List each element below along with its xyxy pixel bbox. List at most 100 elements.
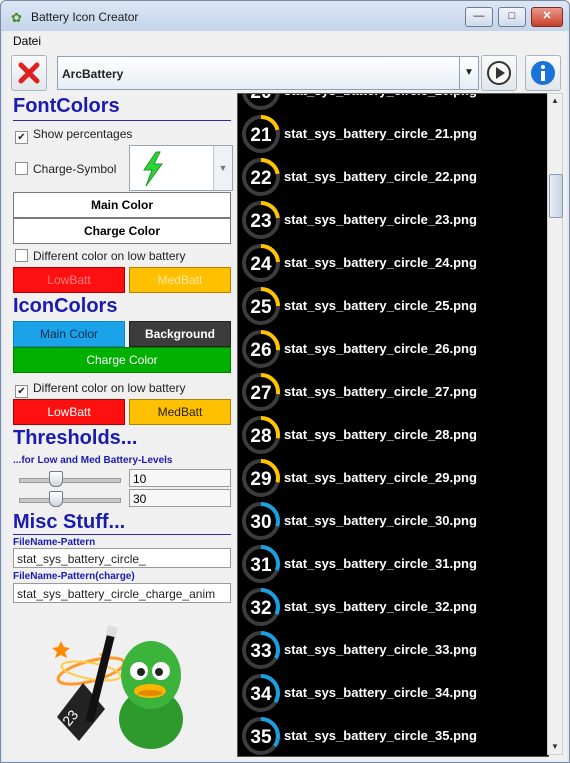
preview-row[interactable]: 23 stat_sys_battery_circle_23.png — [238, 199, 548, 242]
preview-row[interactable]: 33 stat_sys_battery_circle_33.png — [238, 629, 548, 672]
filename-pattern-charge-input[interactable]: stat_sys_battery_circle_charge_anim — [13, 583, 231, 603]
font-charge-color-button[interactable]: Charge Color — [13, 218, 231, 244]
preview-scrollbar[interactable]: ▲ ▼ — [547, 93, 563, 755]
battery-number: 20 — [250, 93, 271, 103]
preview-row[interactable]: 26 stat_sys_battery_circle_26.png — [238, 328, 548, 371]
lightning-icon — [143, 151, 163, 187]
preview-row[interactable]: 30 stat_sys_battery_circle_30.png — [238, 500, 548, 543]
app-icon: ✿ — [11, 10, 22, 25]
battery-number: 31 — [250, 555, 272, 576]
filename-pattern-input[interactable]: stat_sys_battery_circle_ — [13, 548, 231, 568]
battery-circle-icon: 34 — [242, 674, 280, 712]
menu-bar: Datei — [3, 31, 567, 51]
icon-main-color-button[interactable]: Main Color — [13, 321, 125, 347]
preview-row[interactable]: 20 stat_sys_battery_circle_20.png — [238, 93, 548, 113]
preview-row[interactable]: 22 stat_sys_battery_circle_22.png — [238, 156, 548, 199]
preview-row[interactable]: 34 stat_sys_battery_circle_34.png — [238, 672, 548, 715]
preview-filename: stat_sys_battery_circle_21.png — [284, 126, 477, 141]
preview-filename: stat_sys_battery_circle_27.png — [284, 384, 477, 399]
preview-filename: stat_sys_battery_circle_32.png — [284, 599, 477, 614]
battery-number: 28 — [250, 426, 271, 447]
minimize-button[interactable]: — — [465, 7, 493, 27]
chevron-down-icon[interactable]: ▼ — [213, 146, 232, 190]
battery-circle-icon: 24 — [242, 244, 280, 282]
thresholds-title: Thresholds... — [13, 427, 138, 449]
med-threshold-slider[interactable] — [19, 489, 121, 509]
icon-charge-color-button[interactable]: Charge Color — [13, 347, 231, 373]
preview-filename: stat_sys_battery_circle_23.png — [284, 212, 477, 227]
battery-circle-icon: 33 — [242, 631, 280, 669]
battery-number: 25 — [250, 297, 272, 318]
preview-row[interactable]: 29 stat_sys_battery_circle_29.png — [238, 457, 548, 500]
battery-number: 34 — [250, 684, 272, 705]
battery-circle-icon: 22 — [242, 158, 280, 196]
battery-number: 27 — [250, 383, 271, 404]
preview-filename: stat_sys_battery_circle_24.png — [284, 255, 477, 270]
charge-symbol-select[interactable]: ▼ — [129, 145, 233, 191]
font-colors-title: FontColors — [13, 95, 120, 117]
icon-different-color-checkbox[interactable]: ✔ Different color on low battery — [15, 381, 186, 398]
preview-row[interactable]: 27 stat_sys_battery_circle_27.png — [238, 371, 548, 414]
low-threshold-slider[interactable] — [19, 469, 121, 489]
preview-filename: stat_sys_battery_circle_29.png — [284, 470, 477, 485]
preview-row[interactable]: 24 stat_sys_battery_circle_24.png — [238, 242, 548, 285]
font-different-color-label: Different color on low battery — [33, 249, 186, 263]
preview-filename: stat_sys_battery_circle_26.png — [284, 341, 477, 356]
misc-stuff-title: Misc Stuff... — [13, 511, 126, 533]
checkbox-checked-icon: ✔ — [15, 385, 28, 398]
font-different-color-checkbox[interactable]: Different color on low battery — [15, 249, 186, 263]
battery-circle-icon: 26 — [242, 330, 280, 368]
maximize-button[interactable]: □ — [498, 7, 526, 27]
preview-filename: stat_sys_battery_circle_25.png — [284, 298, 477, 313]
preview-row[interactable]: 28 stat_sys_battery_circle_28.png — [238, 414, 548, 457]
battery-circle-icon: 21 — [242, 115, 280, 153]
checkbox-checked-icon: ✔ — [15, 131, 28, 144]
theme-select-value: ArcBattery — [62, 67, 124, 81]
thresholds-subtitle: ...for Low and Med Battery-Levels — [13, 455, 173, 466]
preview-row[interactable]: 21 stat_sys_battery_circle_21.png — [238, 113, 548, 156]
divider — [13, 534, 231, 535]
play-button[interactable] — [481, 55, 517, 91]
preview-filename: stat_sys_battery_circle_33.png — [284, 642, 477, 657]
checkbox-icon — [15, 249, 28, 262]
battery-number: 21 — [250, 125, 272, 146]
preview-row[interactable]: 31 stat_sys_battery_circle_31.png — [238, 543, 548, 586]
battery-number: 26 — [250, 340, 271, 361]
chevron-down-icon[interactable]: ▼ — [459, 57, 478, 89]
preview-filename: stat_sys_battery_circle_20.png — [284, 94, 477, 98]
font-main-color-button[interactable]: Main Color — [13, 192, 231, 218]
preview-row[interactable]: 25 stat_sys_battery_circle_25.png — [238, 285, 548, 328]
icon-colors-title: IconColors — [13, 295, 118, 317]
slider-thumb[interactable] — [49, 491, 63, 507]
settings-panel: FontColors ✔ Show percentages Charge-Symb… — [3, 93, 235, 761]
scrollbar-thumb[interactable] — [549, 174, 563, 218]
med-threshold-input[interactable]: 30 — [129, 489, 231, 507]
icon-medbatt-button[interactable]: MedBatt — [129, 399, 231, 425]
preview-row[interactable]: 35 stat_sys_battery_circle_35.png — [238, 715, 548, 756]
icon-preview-list[interactable]: 20 stat_sys_battery_circle_20.png 21 stat_s… — [237, 93, 549, 757]
theme-select[interactable]: ArcBattery ▼ — [57, 56, 479, 90]
close-window-button[interactable]: ✕ — [531, 7, 563, 27]
title-bar[interactable]: ✿ Battery Icon Creator — □ ✕ — [1, 1, 569, 31]
info-icon — [531, 61, 555, 85]
preview-filename: stat_sys_battery_circle_31.png — [284, 556, 477, 571]
slider-thumb[interactable] — [49, 471, 63, 487]
scroll-down-icon[interactable]: ▼ — [548, 740, 562, 754]
info-button[interactable] — [525, 55, 561, 91]
preview-filename: stat_sys_battery_circle_35.png — [284, 728, 477, 743]
slider-track — [19, 498, 121, 503]
menu-datei[interactable]: Datei — [13, 34, 41, 48]
scroll-up-icon[interactable]: ▲ — [548, 94, 562, 108]
icon-background-button[interactable]: Background — [129, 321, 231, 347]
icon-lowbatt-button[interactable]: LowBatt — [13, 399, 125, 425]
battery-number: 32 — [250, 598, 271, 619]
low-threshold-input[interactable]: 10 — [129, 469, 231, 487]
battery-circle-icon: 23 — [242, 201, 280, 239]
charge-symbol-checkbox[interactable]: Charge-Symbol — [15, 162, 116, 176]
font-medbatt-button[interactable]: MedBatt — [129, 267, 231, 293]
show-percentages-checkbox[interactable]: ✔ Show percentages — [15, 127, 132, 144]
font-lowbatt-button[interactable]: LowBatt — [13, 267, 125, 293]
preview-row[interactable]: 32 stat_sys_battery_circle_32.png — [238, 586, 548, 629]
delete-button[interactable] — [11, 55, 47, 91]
mascot-logo: 23 — [52, 625, 183, 749]
